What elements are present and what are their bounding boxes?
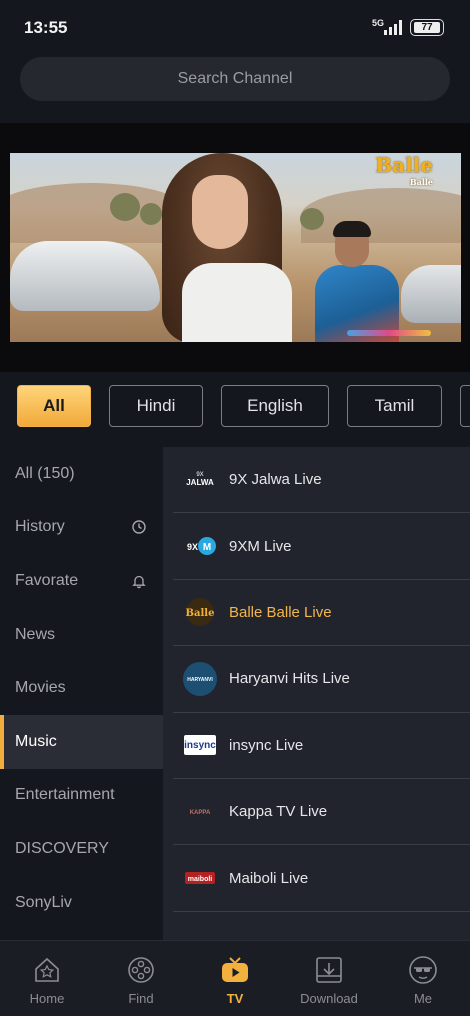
svg-text:HARYANVI: HARYANVI: [187, 677, 213, 683]
search-channel-input[interactable]: Search Channel: [20, 57, 450, 101]
channel-row[interactable]: KAPPA Kappa TV Live: [173, 779, 470, 846]
signal-icon: [384, 19, 404, 35]
svg-text:maiboli: maiboli: [188, 876, 213, 883]
video-ticker-bar: [347, 330, 431, 336]
channel-row[interactable]: 9X JALWA 9X Jalwa Live: [173, 447, 470, 514]
channel-row[interactable]: Balle Balle Balle Live: [173, 580, 470, 647]
channel-logo-balle-balle: Balle: [183, 595, 217, 629]
battery-level: 77: [414, 22, 440, 33]
tab-find[interactable]: Find: [94, 941, 188, 1016]
channel-logo-maiboli: maiboli: [183, 861, 217, 895]
language-chip-english[interactable]: English: [221, 385, 329, 427]
download-icon: [316, 957, 342, 983]
channel-list: 9X JALWA 9X Jalwa Live 9X M 9XM Live Balle…: [163, 447, 470, 940]
category-sonyliv[interactable]: SonyLiv: [0, 876, 163, 930]
channel-name: Haryanvi Hits Live: [229, 670, 350, 688]
channel-logo-haryanvi-hits: HARYANVI: [183, 661, 217, 696]
home-icon: [35, 957, 59, 982]
language-chip-hindi[interactable]: Hindi: [109, 385, 203, 427]
svg-text:Balle: Balle: [186, 608, 215, 619]
car-shape: [10, 241, 160, 311]
channel-name: Maiboli Live: [229, 869, 309, 887]
channel-logo-kappa-tv: KAPPA: [183, 795, 217, 829]
channel-name: Kappa TV Live: [229, 803, 328, 821]
network-type: 5G: [371, 18, 384, 28]
channel-name: insync Live: [229, 736, 304, 754]
svg-text:KAPPA: KAPPA: [190, 810, 211, 816]
channel-watermark-logo: Balle Balle: [375, 153, 433, 187]
svg-text:insync: insync: [184, 740, 216, 751]
bell-icon: [132, 575, 146, 589]
bottom-tab-bar: Home Find TV Download Me: [0, 940, 470, 1016]
film-reel-icon: [128, 957, 154, 983]
category-sidebar: All (150) History Favorate News Movies M…: [0, 447, 163, 940]
channel-logo-9xm: 9X M: [183, 529, 217, 563]
status-time: 13:55: [24, 18, 68, 37]
svg-text:9X: 9X: [187, 542, 198, 552]
channel-row[interactable]: maiboli Maiboli Live: [173, 845, 470, 912]
search-placeholder: Search Channel: [177, 70, 293, 87]
channel-row[interactable]: insync insync Live: [173, 713, 470, 779]
channel-name: 9XM Live: [229, 537, 292, 555]
svg-text:M: M: [203, 542, 211, 553]
channel-row[interactable]: HARYANVI Haryanvi Hits Live: [173, 646, 470, 713]
category-entertainment[interactable]: Entertainment: [0, 769, 163, 823]
profile-icon: [409, 956, 437, 984]
tab-download[interactable]: Download: [282, 941, 376, 1016]
category-news[interactable]: News: [0, 608, 163, 662]
category-music[interactable]: Music: [0, 714, 163, 769]
category-movies[interactable]: Movies: [0, 661, 163, 715]
category-history[interactable]: History: [0, 501, 163, 555]
car-shape-right: [401, 265, 461, 323]
channel-name: 9X Jalwa Live: [229, 471, 322, 489]
history-icon: [132, 520, 146, 535]
category-favorate[interactable]: Favorate: [0, 554, 163, 608]
status-bar: 13:55 5G 77: [0, 0, 470, 56]
battery-icon: 77: [410, 19, 444, 36]
tab-home[interactable]: Home: [0, 941, 94, 1016]
tab-me[interactable]: Me: [376, 941, 470, 1016]
video-player[interactable]: Balle Balle: [0, 123, 470, 372]
language-chip-all[interactable]: All: [17, 385, 91, 427]
video-frame[interactable]: Balle Balle: [10, 153, 461, 342]
channel-name: Balle Balle Live: [229, 603, 332, 621]
tv-icon: [222, 957, 248, 982]
channel-row[interactable]: 9X M 9XM Live: [173, 513, 470, 580]
language-chip-tamil[interactable]: Tamil: [347, 385, 442, 427]
category-all[interactable]: All (150): [0, 447, 163, 501]
category-discovery[interactable]: DISCOVERY: [0, 822, 163, 876]
channel-logo-insync: insync: [183, 728, 217, 762]
language-filter-bar: All Hindi English Tamil: [0, 384, 470, 430]
channel-logo-9x-jalwa: 9X JALWA: [183, 463, 217, 497]
svg-text:JALWA: JALWA: [186, 478, 214, 487]
screen: 13:55 5G 77 Search Channel Balle Balle A…: [0, 0, 470, 1016]
tab-tv[interactable]: TV: [188, 941, 282, 1016]
language-chip-more[interactable]: [460, 385, 470, 427]
man-figure: [315, 221, 399, 342]
